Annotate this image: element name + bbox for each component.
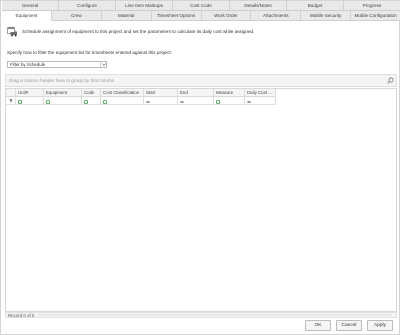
group-by-hint: Drag a column header here to group by th… bbox=[9, 78, 115, 83]
record-navigator[interactable]: Record 0 of 0 bbox=[6, 313, 34, 318]
filter-cell-daily-cost[interactable] bbox=[245, 97, 276, 105]
tab-cost-code[interactable]: Cost Code bbox=[173, 1, 230, 11]
filter-label: Specify how to filter the equipment list… bbox=[7, 50, 172, 55]
tab-material[interactable]: Material bbox=[101, 11, 152, 21]
filter-cell-unit[interactable] bbox=[16, 97, 44, 105]
grid-header-row: Unit# Equipment Code Cost Classification… bbox=[6, 89, 276, 97]
column-header-cost-classification[interactable]: Cost Classification bbox=[101, 89, 144, 97]
tab-general[interactable]: General bbox=[2, 1, 59, 11]
tab-crew[interactable]: Crew bbox=[51, 11, 102, 21]
tab-progress[interactable]: Progress bbox=[344, 1, 400, 11]
horizontal-scrollbar[interactable] bbox=[38, 314, 392, 316]
filter-icon[interactable] bbox=[103, 99, 107, 104]
grid-footer: Record 0 of 0 bbox=[5, 312, 397, 318]
tab-mobile-configuration[interactable]: Mobile Configuration bbox=[351, 11, 400, 21]
tab-details-notes[interactable]: Details/Notes bbox=[230, 1, 287, 11]
project-settings-dialog: General Configure Line Item Markups Cost… bbox=[0, 0, 400, 335]
tab-timesheet-options[interactable]: Timesheet Options bbox=[151, 11, 202, 21]
group-by-panel[interactable]: Drag a column header here to group by th… bbox=[5, 74, 397, 87]
tab-equipment[interactable]: Equipment bbox=[2, 11, 52, 21]
filter-cell-cost-classification[interactable] bbox=[101, 97, 144, 105]
column-header-measure[interactable]: Measure bbox=[214, 89, 245, 97]
filter-icon[interactable] bbox=[84, 99, 88, 104]
equals-icon[interactable] bbox=[247, 99, 251, 103]
equipment-filter-select[interactable]: Filter by Schedule bbox=[7, 61, 107, 68]
description-text: Schedule assignment of equipment to this… bbox=[22, 28, 255, 34]
filter-selected-value: Filter by Schedule bbox=[10, 62, 46, 67]
row-indicator-header bbox=[6, 89, 16, 97]
filter-icon[interactable] bbox=[216, 99, 220, 104]
tab-configure[interactable]: Configure bbox=[59, 1, 116, 11]
equals-icon[interactable] bbox=[146, 99, 150, 103]
search-icon[interactable] bbox=[384, 77, 396, 84]
apply-button[interactable]: Apply bbox=[367, 320, 393, 331]
column-header-start[interactable]: Start bbox=[144, 89, 178, 97]
tab-attachments[interactable]: Attachments bbox=[251, 11, 302, 21]
filter-cell-end[interactable] bbox=[178, 97, 214, 105]
tab-budget[interactable]: Budget bbox=[287, 1, 344, 11]
filter-icon[interactable] bbox=[46, 99, 50, 104]
column-header-unit[interactable]: Unit# bbox=[16, 89, 44, 97]
column-header-end[interactable]: End bbox=[178, 89, 214, 97]
filter-cell-equipment[interactable] bbox=[44, 97, 82, 105]
filter-cell-start[interactable] bbox=[144, 97, 178, 105]
equals-icon[interactable] bbox=[180, 99, 184, 103]
tab-work-order[interactable]: Work Order bbox=[201, 11, 252, 21]
ok-button[interactable]: OK bbox=[305, 320, 331, 331]
column-header-equipment[interactable]: Equipment bbox=[44, 89, 82, 97]
filter-cell-code[interactable] bbox=[82, 97, 101, 105]
tab-line-item-markups[interactable]: Line Item Markups bbox=[116, 1, 173, 11]
tab-mobile-security[interactable]: Mobile Security bbox=[301, 11, 352, 21]
tab-row-top: General Configure Line Item Markups Cost… bbox=[2, 1, 400, 11]
equipment-grid: Unit# Equipment Code Cost Classification… bbox=[5, 88, 397, 312]
filter-icon[interactable] bbox=[18, 99, 22, 104]
column-header-code[interactable]: Code bbox=[82, 89, 101, 97]
tab-row-bottom: Equipment Crew Material Timesheet Option… bbox=[2, 11, 400, 21]
tab-description: Schedule assignment of equipment to this… bbox=[7, 25, 397, 37]
chevron-down-icon[interactable] bbox=[100, 62, 106, 67]
equipment-calendar-icon bbox=[7, 26, 18, 37]
filter-row-indicator-icon bbox=[6, 97, 16, 105]
column-header-daily-cost[interactable]: Daily Cost ... bbox=[245, 89, 276, 97]
cancel-button[interactable]: Cancel bbox=[336, 320, 362, 331]
filter-cell-measure[interactable] bbox=[214, 97, 245, 105]
grid-filter-row bbox=[6, 97, 276, 105]
